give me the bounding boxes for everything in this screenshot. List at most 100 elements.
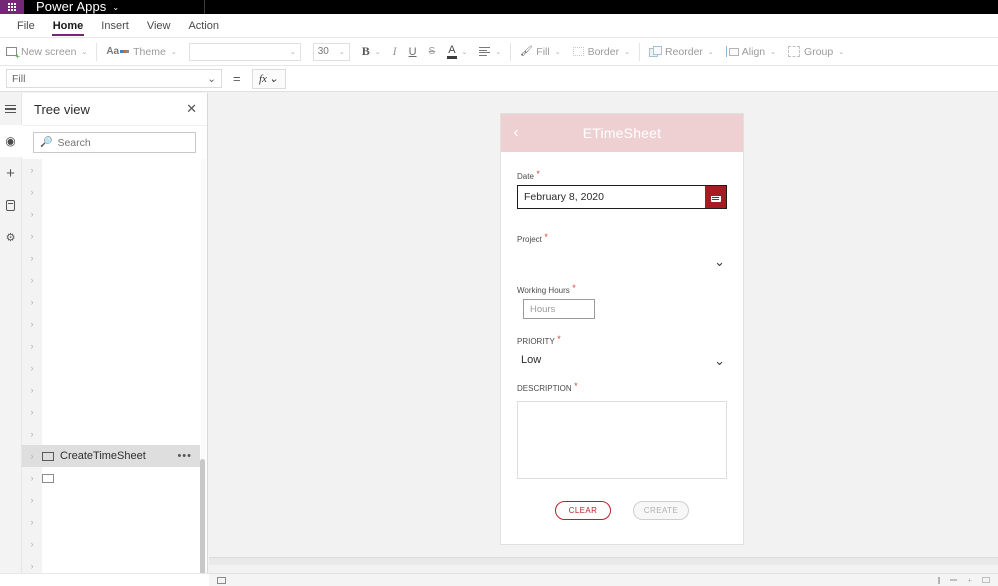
tree-row[interactable]: › (22, 159, 200, 181)
tree-search-box[interactable]: 🔍 (33, 132, 196, 153)
more-options-icon[interactable]: ••• (177, 450, 200, 462)
tree-row[interactable]: › (22, 511, 200, 533)
underline-button[interactable]: U (403, 41, 423, 63)
menu-item-home[interactable]: Home (44, 14, 93, 38)
tree-row[interactable]: › (22, 203, 200, 225)
search-input[interactable] (57, 136, 189, 149)
chevron-right-icon[interactable]: › (22, 319, 42, 329)
chevron-right-icon[interactable]: › (22, 275, 42, 285)
reorder-button[interactable]: Reorder ⌄ (643, 41, 720, 63)
new-screen-icon (6, 47, 20, 61)
waffle-icon[interactable] (0, 0, 24, 14)
chevron-right-icon[interactable]: › (22, 231, 42, 241)
align-group-label: Align (741, 45, 766, 58)
chevron-right-icon[interactable]: › (22, 539, 42, 549)
chevron-right-icon[interactable]: › (22, 473, 42, 483)
working-hours-input[interactable]: Hours (523, 299, 595, 319)
tree-row[interactable]: › (22, 489, 200, 511)
close-icon[interactable]: ✕ (186, 101, 197, 117)
chevron-right-icon[interactable]: › (22, 451, 42, 461)
media-icon[interactable]: ⚙ (0, 221, 22, 253)
tree-row[interactable]: › (22, 467, 200, 489)
date-picker-button[interactable] (705, 185, 727, 209)
data-icon[interactable] (0, 189, 22, 221)
chevron-right-icon[interactable]: › (22, 341, 42, 351)
priority-field-group: PRIORITY * Low ⌄ (517, 331, 727, 370)
chevron-right-icon[interactable]: › (22, 385, 42, 395)
menu-item-file[interactable]: File (8, 14, 44, 38)
new-screen-button[interactable]: New screen ⌄ (0, 41, 93, 63)
insert-icon[interactable]: + (0, 157, 22, 189)
chevron-right-icon[interactable]: › (22, 165, 42, 175)
tree-row[interactable]: › (22, 247, 200, 269)
chevron-right-icon[interactable]: › (22, 495, 42, 505)
back-arrow-icon[interactable]: ‹ (509, 125, 523, 141)
tree-row[interactable]: › (22, 225, 200, 247)
chevron-right-icon[interactable]: › (22, 363, 42, 373)
property-select[interactable]: Fill ⌄ (6, 69, 222, 88)
chevron-down-icon: ⌄ (714, 253, 725, 269)
project-dropdown[interactable]: ⌄ (517, 248, 727, 274)
fx-button[interactable]: fx ⌄ (251, 68, 286, 89)
zoom-out-icon[interactable] (950, 579, 958, 581)
tree-row[interactable]: › (22, 269, 200, 291)
tree-row[interactable]: › (22, 423, 200, 445)
chevron-right-icon[interactable]: › (22, 429, 42, 439)
strikethrough-button[interactable]: S (423, 41, 442, 63)
chevron-down-icon: ⌄ (207, 72, 216, 85)
fit-screen-icon[interactable] (982, 577, 990, 583)
hamburger-icon[interactable] (0, 93, 22, 125)
italic-button[interactable]: I (387, 41, 403, 63)
tree-row[interactable]: › (22, 357, 200, 379)
font-color-button[interactable]: A ⌄ (441, 41, 473, 63)
app-screen-preview[interactable]: ‹ ETimeSheet Date * February 8, 2020 Pro… (501, 114, 743, 544)
chevron-right-icon[interactable]: › (22, 297, 42, 307)
tree-row[interactable]: › (22, 313, 200, 335)
zoom-controls: + (938, 576, 990, 585)
group-button[interactable]: Group ⌄ (782, 41, 850, 63)
tree-row[interactable]: › (22, 533, 200, 555)
zoom-in-icon[interactable]: + (967, 576, 972, 585)
chevron-right-icon[interactable]: › (22, 407, 42, 417)
align-button[interactable]: ⌄ (473, 41, 507, 63)
zoom-bar-icon[interactable] (938, 576, 941, 584)
chevron-down-icon: ⌄ (268, 73, 279, 85)
clear-button[interactable]: CLEAR (555, 501, 611, 520)
chevron-right-icon[interactable]: › (22, 209, 42, 219)
tree-scrollbar[interactable] (200, 159, 206, 586)
tree-row[interactable]: › (22, 181, 200, 203)
tree-row[interactable]: › (22, 291, 200, 313)
screen-icon[interactable] (217, 576, 226, 584)
font-size-select-wrap: 30 ⌄ (307, 41, 356, 63)
theme-button[interactable]: Aa Theme ⌄ (100, 41, 182, 63)
border-button[interactable]: Border ⌄ (567, 41, 636, 63)
screen-icon (42, 473, 54, 483)
tree-row-create-timesheet[interactable]: › CreateTimeSheet ••• (22, 445, 200, 467)
font-size-select[interactable]: 30 ⌄ (312, 42, 350, 61)
fill-button[interactable]: 🖌 Fill ⌄ (514, 41, 566, 63)
priority-dropdown[interactable]: Low ⌄ (517, 350, 727, 370)
menu-item-view[interactable]: View (138, 14, 180, 38)
screens-icon[interactable]: ◉ (0, 125, 22, 157)
chevron-right-icon[interactable]: › (22, 187, 42, 197)
chevron-right-icon[interactable]: › (22, 561, 42, 571)
align-group-button[interactable]: Align ⌄ (720, 41, 782, 63)
tree-row[interactable]: › (22, 335, 200, 357)
description-input[interactable] (517, 401, 727, 479)
tree-row[interactable]: › (22, 379, 200, 401)
tree-row[interactable]: › (22, 401, 200, 423)
tree-scrollbar-thumb[interactable] (200, 459, 205, 586)
bold-button[interactable]: B ⌄ (356, 41, 387, 63)
date-input[interactable]: February 8, 2020 (517, 185, 705, 209)
priority-value: Low (521, 354, 542, 366)
font-name-select[interactable]: ⌄ (188, 42, 301, 61)
menu-item-insert[interactable]: Insert (92, 14, 138, 38)
menu-item-action[interactable]: Action (179, 14, 228, 38)
reorder-icon (648, 46, 662, 57)
chevron-right-icon[interactable]: › (22, 517, 42, 527)
create-button[interactable]: CREATE (633, 501, 689, 520)
formula-input[interactable] (289, 68, 998, 89)
chevron-down-icon[interactable]: ⌄ (106, 3, 119, 12)
chevron-down-icon: ⌄ (289, 48, 296, 56)
chevron-right-icon[interactable]: › (22, 253, 42, 263)
